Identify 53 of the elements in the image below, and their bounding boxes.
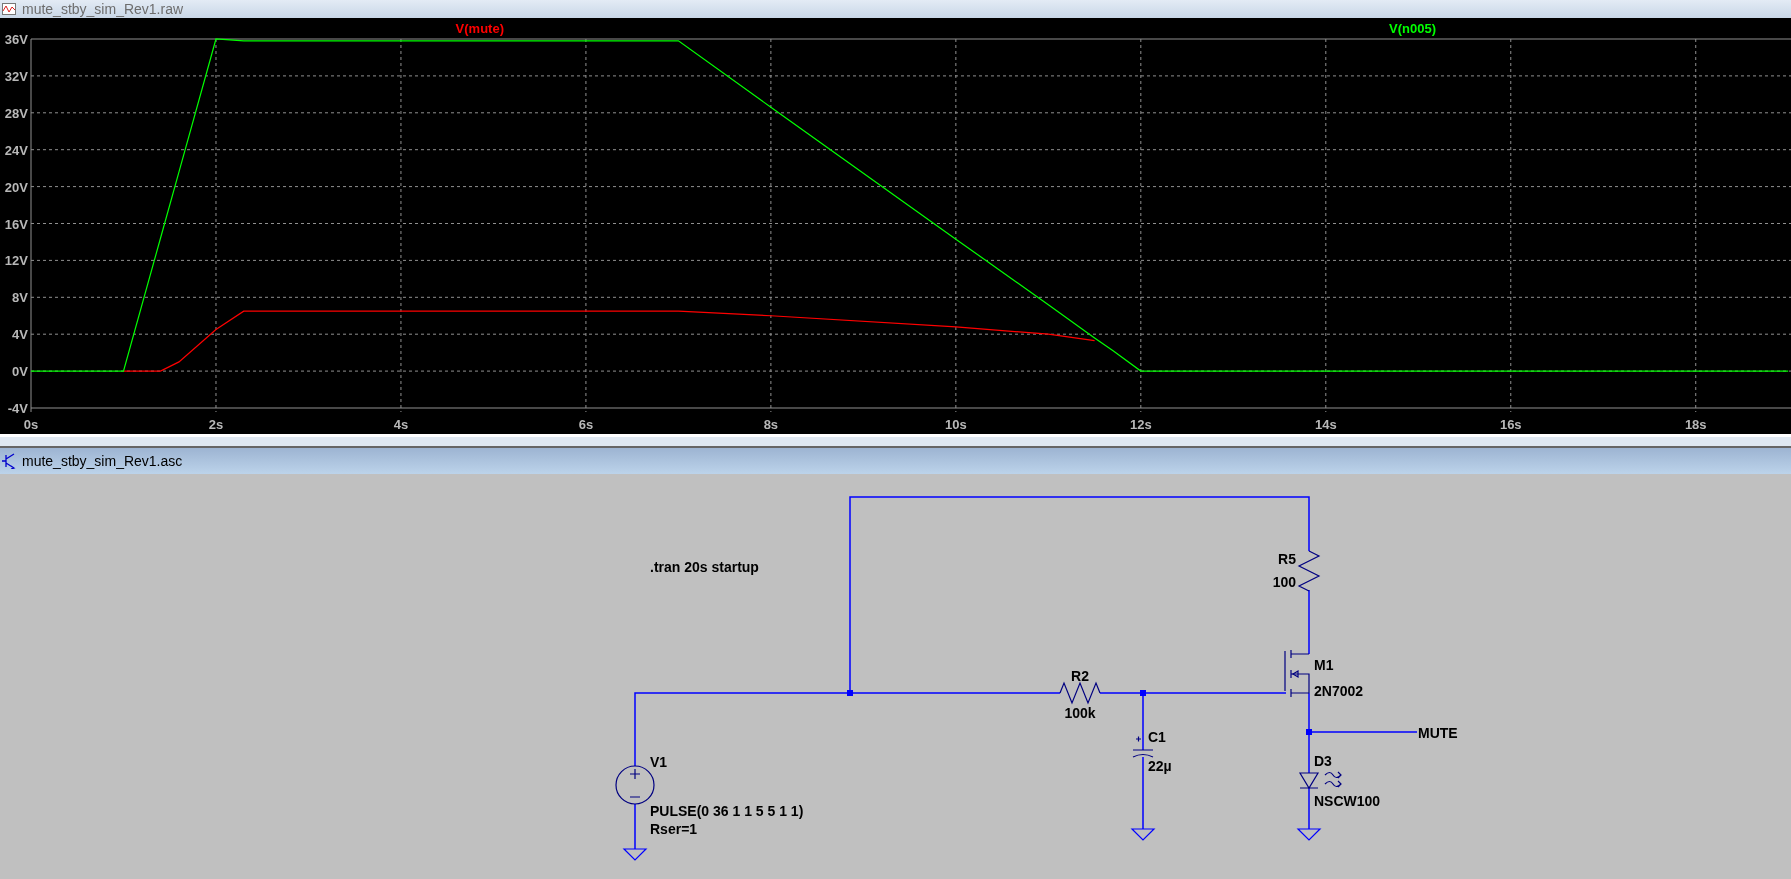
component-label: R2 xyxy=(1071,668,1089,684)
ground-symbol xyxy=(622,848,648,861)
mosfet-symbol xyxy=(1284,649,1310,698)
axis-tick-label: 6s xyxy=(578,417,594,432)
trace-label[interactable]: V(mute) xyxy=(455,21,504,36)
voltage-source-symbol xyxy=(615,765,655,805)
resistor-symbol xyxy=(1059,681,1101,705)
component-value: 100 xyxy=(1272,574,1296,590)
ground-symbol xyxy=(1130,828,1156,841)
component-parameter: Rser=1 xyxy=(650,821,698,837)
window-title: mute_stby_sim_Rev1.asc xyxy=(22,453,183,469)
axis-tick-label: 16V xyxy=(4,216,28,232)
axis-tick-label: 10s xyxy=(945,417,967,432)
wire xyxy=(634,803,636,850)
axis-tick-label: 36V xyxy=(4,32,28,47)
window-title: mute_stby_sim_Rev1.raw xyxy=(22,1,184,17)
axis-tick-label: 4V xyxy=(12,327,28,343)
axis-tick-label: 18s xyxy=(1684,417,1707,432)
splitter-bar[interactable] xyxy=(0,434,1791,446)
component-value: 2N7002 xyxy=(1314,683,1364,699)
trace-label[interactable]: V(n005) xyxy=(1389,21,1437,36)
component-label: M1 xyxy=(1314,657,1334,673)
axis-tick-label: 2s xyxy=(208,417,224,432)
transistor-icon xyxy=(2,453,16,469)
axis-tick-label: 8s xyxy=(763,417,779,432)
axis-tick-label: 12V xyxy=(4,253,28,269)
component-label: C1 xyxy=(1148,729,1166,745)
axis-tick-label: 12s xyxy=(1129,417,1152,432)
axis-tick-label: 4s xyxy=(393,417,409,432)
waveform-icon xyxy=(2,3,16,15)
resistor-symbol xyxy=(1297,550,1321,592)
axis-tick-label: 28V xyxy=(4,105,28,121)
axis-tick-label: 0s xyxy=(23,417,39,432)
axis-tick-label: 20V xyxy=(4,179,28,195)
axis-tick-label: 24V xyxy=(4,142,28,158)
component-value: NSCW100 xyxy=(1314,793,1381,809)
wire xyxy=(1308,787,1310,830)
net-label: MUTE xyxy=(1418,725,1458,741)
component-value: 22µ xyxy=(1148,758,1172,774)
axis-tick-label: 8V xyxy=(12,290,28,306)
component-label: D3 xyxy=(1314,753,1332,769)
led-symbol xyxy=(1299,771,1342,789)
axis-tick-label: 16s xyxy=(1499,417,1522,432)
component-value: 100k xyxy=(1064,705,1096,721)
component-label: R5 xyxy=(1278,551,1296,567)
axis-tick-label: 14s xyxy=(1314,417,1337,432)
spice-directive: .tran 20s startup xyxy=(650,559,759,575)
axis-tick-label: -4V xyxy=(7,401,28,416)
axis-tick-label: 0V xyxy=(12,364,28,380)
component-label: V1 xyxy=(650,754,668,770)
axis-tick-label: 32V xyxy=(4,68,28,84)
ground-symbol xyxy=(1296,828,1322,841)
component-value: PULSE(0 36 1 1 5 5 1 1) xyxy=(650,803,804,819)
